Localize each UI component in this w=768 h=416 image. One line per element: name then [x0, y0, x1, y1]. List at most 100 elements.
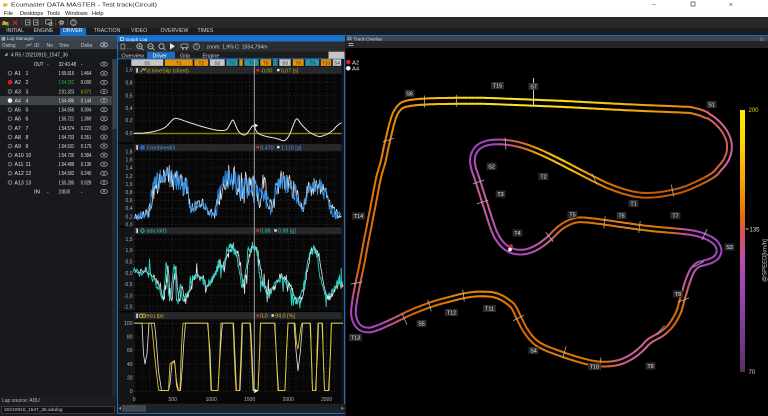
svg-text:Delta: Delta [81, 43, 93, 49]
svg-text:0,98 [g]: 0,98 [g] [278, 229, 296, 235]
svg-text:-: - [81, 190, 83, 196]
svg-text:T2: T2 [198, 60, 204, 66]
svg-text:0,6: 0,6 [126, 93, 133, 99]
svg-text:94,0 [%]: 94,0 [%] [275, 314, 295, 320]
svg-text:T6: T6 [618, 214, 624, 220]
svg-text:2:08.00: 2:08.00 [59, 190, 71, 196]
svg-text:A13: A13 [15, 180, 24, 186]
svg-text:1:55.280: 1:55.280 [59, 180, 75, 186]
svg-text:Track Overlay: Track Overlay [353, 36, 382, 41]
svg-text:OUT: OUT [34, 62, 44, 68]
svg-text:0: 0 [130, 389, 133, 395]
svg-text:1:54.574: 1:54.574 [59, 126, 75, 132]
svg-text:T13: T13 [350, 336, 359, 342]
svg-text:@SPEED[km/h]: @SPEED[km/h] [762, 239, 768, 282]
svg-text:adu.latG: adu.latG [147, 229, 167, 235]
svg-text:T7: T7 [672, 214, 678, 220]
svg-text:T10: T10 [322, 60, 331, 66]
svg-text:0.222: 0.222 [81, 126, 92, 132]
svg-text:3: 3 [26, 89, 29, 95]
svg-text:T6: T6 [263, 60, 269, 66]
svg-text:1.369: 1.369 [81, 117, 92, 123]
svg-text:A4: A4 [15, 99, 21, 105]
svg-text:1: 1 [26, 71, 29, 77]
svg-text:1:54.592: 1:54.592 [59, 171, 75, 177]
svg-text:A8: A8 [15, 135, 21, 141]
svg-text:T12: T12 [446, 311, 455, 317]
svg-text:...: ... [127, 45, 131, 51]
svg-text:0.304: 0.304 [81, 108, 92, 114]
svg-text:ID: ID [34, 43, 39, 49]
svg-text:T5: T5 [569, 213, 575, 219]
svg-text:1:55.721: 1:55.721 [59, 117, 75, 123]
svg-text:-0,5: -0,5 [124, 282, 133, 288]
svg-text:S7: S7 [530, 85, 537, 91]
svg-text:0.136: 0.136 [81, 162, 92, 168]
svg-text:-1,0: -1,0 [124, 293, 133, 299]
svg-text:?: ? [72, 21, 75, 27]
svg-text:2500: 2500 [321, 397, 332, 403]
svg-text:S5: S5 [418, 322, 425, 328]
svg-text:T7: T7 [272, 60, 278, 66]
svg-text:-1,5: -1,5 [124, 305, 133, 311]
svg-text:2000: 2000 [283, 397, 294, 403]
svg-text:A4: A4 [352, 67, 360, 73]
svg-text:T4: T4 [514, 231, 520, 237]
svg-text:0,0: 0,0 [126, 271, 133, 277]
svg-text:T2: T2 [540, 175, 546, 181]
svg-text:8: 8 [26, 135, 29, 141]
svg-text:4: 4 [26, 99, 29, 105]
svg-text:40: 40 [127, 362, 133, 368]
svg-text:T11: T11 [485, 307, 494, 313]
svg-text:0.179: 0.179 [81, 144, 92, 150]
svg-text:T1: T1 [630, 202, 636, 208]
svg-text:0,5: 0,5 [126, 260, 133, 266]
svg-text:S1: S1 [144, 60, 150, 66]
svg-text:0,8: 0,8 [126, 80, 133, 86]
svg-text:1:54.488: 1:54.488 [59, 162, 75, 168]
svg-text:1:55.816: 1:55.816 [59, 71, 75, 77]
svg-text:-: - [81, 62, 83, 68]
svg-text:0,2: 0,2 [126, 214, 133, 220]
svg-text:A3: A3 [15, 89, 21, 95]
svg-text:70: 70 [748, 370, 755, 376]
svg-text:0,470: 0,470 [260, 145, 274, 151]
svg-text:0,07 [s]: 0,07 [s] [281, 68, 299, 74]
svg-text:1:54.496: 1:54.496 [59, 99, 75, 105]
svg-text:T3: T3 [229, 60, 235, 66]
svg-text:A9: A9 [15, 144, 21, 150]
svg-text:0.240: 0.240 [81, 171, 92, 177]
svg-text:A12: A12 [15, 171, 24, 177]
svg-text:0,8: 0,8 [126, 190, 133, 196]
svg-text:1.464: 1.464 [81, 71, 92, 77]
svg-text:C: 1554,794m: C: 1554,794m [235, 45, 268, 51]
svg-text:T8: T8 [295, 60, 301, 66]
svg-text:IN: IN [34, 190, 40, 196]
svg-text:A5: A5 [15, 108, 21, 114]
svg-text:0.384: 0.384 [81, 153, 92, 159]
svg-text:500: 500 [169, 397, 178, 403]
svg-text:0.351: 0.351 [81, 135, 92, 141]
svg-text:-: - [47, 190, 49, 196]
svg-text:1:54.656: 1:54.656 [59, 108, 75, 114]
svg-text:A1: A1 [15, 71, 21, 77]
svg-text:A11: A11 [15, 162, 24, 168]
svg-text:A6: A6 [15, 117, 21, 123]
svg-text:S1: S1 [708, 103, 715, 109]
svg-text:1,4: 1,4 [126, 166, 133, 172]
svg-text:Ecumaster DATA MASTER - Test t: Ecumaster DATA MASTER - Test track(Circu… [11, 3, 157, 9]
svg-text:32:43.48: 32:43.48 [59, 62, 77, 68]
svg-text:6.971: 6.971 [81, 89, 92, 95]
svg-text:0.000: 0.000 [81, 80, 92, 86]
svg-text:9: 9 [26, 144, 29, 150]
svg-text:0,0: 0,0 [260, 314, 268, 320]
svg-text:zoom: 1,9%: zoom: 1,9% [207, 45, 235, 51]
svg-text:5: 5 [26, 108, 29, 114]
svg-text:20: 20 [127, 375, 133, 381]
svg-text:1,0: 1,0 [126, 68, 133, 74]
svg-text:A2: A2 [15, 80, 21, 86]
svg-text:Outing: Outing [2, 43, 16, 49]
svg-text:T9: T9 [309, 60, 315, 66]
svg-text:1,8: 1,8 [126, 150, 133, 156]
svg-text:0,2: 0,2 [126, 118, 133, 124]
